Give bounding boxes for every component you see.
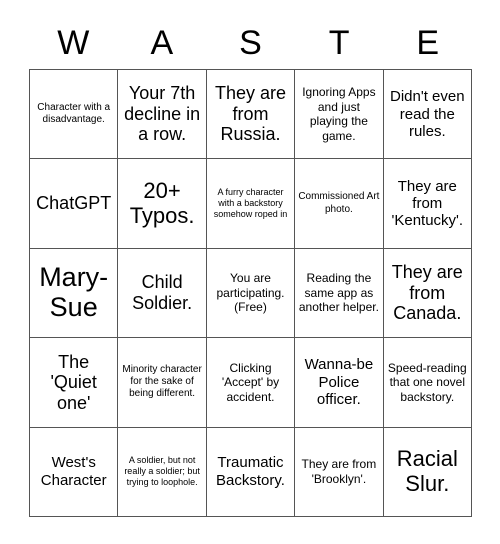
bingo-cell-label: The 'Quiet one' (50, 351, 97, 413)
bingo-cell-r5c4[interactable]: They are from 'Brooklyn'. (295, 427, 384, 517)
bingo-cell-r3c3[interactable]: You are participating. (Free) (206, 248, 296, 339)
bingo-header-letter-e: E (416, 24, 440, 62)
bingo-cell-label: Ignoring Apps and just playing the game. (302, 85, 376, 143)
bingo-cell-label: Racial Slur. (396, 446, 458, 496)
bingo-cell-r4c1[interactable]: The 'Quiet one' (30, 338, 119, 428)
bingo-cell-r2c1[interactable]: ChatGPT (30, 159, 119, 249)
bingo-cell-r2c3[interactable]: A furry character with a backstory someh… (206, 159, 296, 249)
bingo-cell-label: They are from Canada. (391, 262, 463, 324)
bingo-cell-r3c5[interactable]: They are from Canada. (383, 248, 472, 339)
bingo-cell-label: Reading the same app as another helper. (298, 271, 379, 315)
bingo-cell-label: You are participating. (Free) (216, 271, 285, 315)
bingo-cell-r2c4[interactable]: Commissioned Art photo. (295, 159, 384, 249)
bingo-header-letter-t: T (328, 24, 350, 62)
bingo-grid: Character with a disadvantage. Your 7th d… (29, 69, 472, 517)
bingo-cell-label: Speed-reading that one novel backstory. (387, 360, 467, 404)
bingo-cell-r4c3[interactable]: Clicking 'Accept' by accident. (206, 338, 296, 428)
bingo-cell-r1c1[interactable]: Character with a disadvantage. (30, 70, 119, 160)
bingo-cell-r2c5[interactable]: They are from 'Kentucky'. (383, 159, 472, 249)
bingo-cell-label: Minority character for the sake of being… (122, 364, 202, 400)
bingo-cell-label: ChatGPT (36, 193, 112, 214)
bingo-cell-label: Mary-Sue (39, 262, 109, 322)
bingo-cell-label: They are from 'Brooklyn'. (301, 457, 377, 486)
bingo-cell-label: 20+ Typos. (129, 177, 195, 228)
bingo-card: W A S T E Character with a disadvantage.… (0, 0, 500, 544)
bingo-cell-r1c2[interactable]: Your 7th decline in a row. (118, 70, 207, 160)
bingo-cell-label: Child Soldier. (132, 272, 193, 313)
bingo-cell-r5c3[interactable]: Traumatic Backstory. (206, 427, 296, 517)
bingo-cell-label: A soldier, but not really a soldier; but… (124, 455, 200, 488)
bingo-cell-r4c2[interactable]: Minority character for the sake of being… (118, 338, 207, 428)
bingo-cell-label: A furry character with a backstory someh… (213, 187, 288, 220)
bingo-cell-label: West's Character (40, 454, 107, 489)
bingo-cell-r1c4[interactable]: Ignoring Apps and just playing the game. (295, 70, 384, 160)
bingo-cell-r3c2[interactable]: Child Soldier. (118, 248, 207, 339)
bingo-cell-label: They are from Russia. (214, 83, 287, 145)
bingo-cell-label: Didn't even read the rules. (390, 88, 465, 140)
bingo-cell-r4c4[interactable]: Wanna-be Police officer. (295, 338, 384, 428)
bingo-cell-label: Clicking 'Accept' by accident. (221, 360, 280, 404)
bingo-cell-label: Traumatic Backstory. (216, 454, 285, 489)
bingo-cell-r3c4[interactable]: Reading the same app as another helper. (295, 248, 384, 339)
bingo-cell-r4c5[interactable]: Speed-reading that one novel backstory. (383, 338, 472, 428)
bingo-header-letter-s: S (239, 24, 262, 62)
bingo-header-letter-a: A (150, 24, 174, 62)
bingo-cell-label: Commissioned Art photo. (298, 191, 380, 215)
bingo-cell-r3c1[interactable]: Mary-Sue (30, 248, 119, 339)
bingo-cell-label: They are from 'Kentucky'. (391, 177, 464, 230)
bingo-cell-r5c2[interactable]: A soldier, but not really a soldier; but… (118, 427, 207, 517)
bingo-cell-r2c2[interactable]: 20+ Typos. (118, 159, 207, 249)
bingo-cell-label: Your 7th decline in a row. (124, 83, 201, 145)
bingo-cell-r1c3[interactable]: They are from Russia. (206, 70, 296, 160)
bingo-header-letter-w: W (57, 24, 90, 62)
bingo-cell-r5c5[interactable]: Racial Slur. (383, 427, 472, 517)
bingo-cell-r1c5[interactable]: Didn't even read the rules. (383, 70, 472, 160)
bingo-header-row: W A S T E (29, 17, 472, 69)
bingo-cell-label: Character with a disadvantage. (37, 102, 111, 126)
bingo-cell-label: Wanna-be Police officer. (304, 356, 374, 409)
bingo-cell-r5c1[interactable]: West's Character (30, 427, 119, 517)
